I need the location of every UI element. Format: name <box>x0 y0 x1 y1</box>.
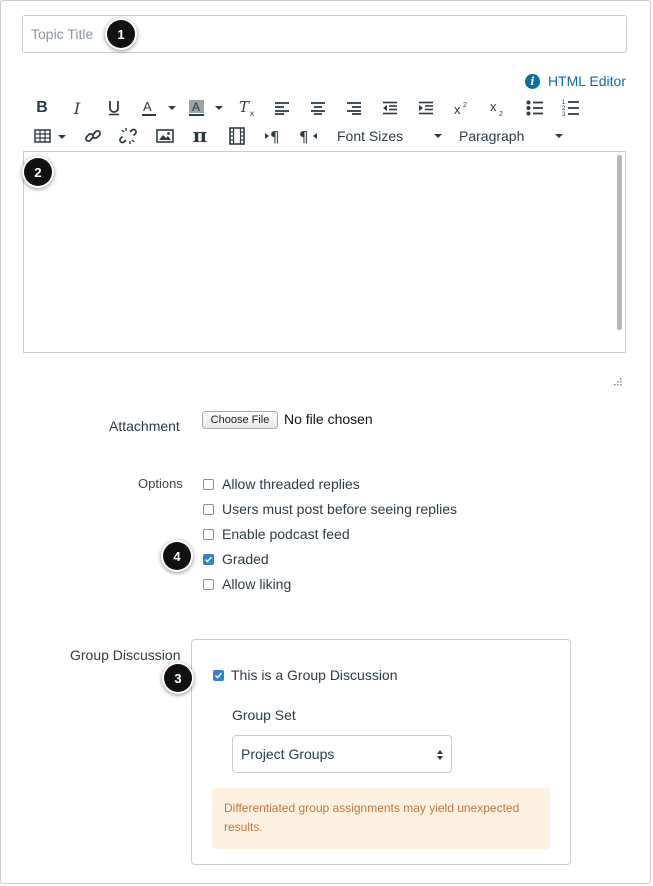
html-editor-label: HTML Editor <box>547 73 626 89</box>
paragraph-format-dropdown[interactable]: Paragraph <box>459 125 564 147</box>
svg-text:A: A <box>192 100 200 114</box>
options-label: Options <box>138 476 183 491</box>
group-discussion-checkbox-label: This is a Group Discussion <box>231 667 398 683</box>
bold-icon[interactable]: B <box>33 97 51 119</box>
group-discussion-label: Group Discussion <box>70 647 181 663</box>
group-set-value: Project Groups <box>241 746 335 762</box>
align-left-icon[interactable] <box>272 97 292 119</box>
svg-text:2: 2 <box>499 111 503 117</box>
group-discussion-checkbox[interactable] <box>213 670 224 681</box>
podcast-feed-checkbox[interactable] <box>203 529 214 540</box>
svg-text:3: 3 <box>562 112 566 117</box>
unlink-icon[interactable] <box>118 125 138 147</box>
choose-file-button[interactable]: Choose File <box>202 411 278 429</box>
numbered-list-icon[interactable]: 123 <box>561 97 581 119</box>
step-marker-4: 4 <box>163 542 191 570</box>
font-sizes-dropdown[interactable]: Font Sizes <box>337 125 443 147</box>
editor-scrollbar[interactable] <box>617 155 622 330</box>
svg-text:T: T <box>239 99 250 116</box>
group-warning-text: Differentiated group assignments may yie… <box>224 801 520 834</box>
svg-text:¶: ¶ <box>270 128 280 144</box>
step-marker-3: 3 <box>164 664 192 692</box>
allow-threaded-replies-label: Allow threaded replies <box>222 476 360 492</box>
caret-down-icon <box>434 134 442 138</box>
post-before-seeing-checkbox[interactable] <box>203 504 214 515</box>
svg-text:2: 2 <box>463 102 467 109</box>
paragraph-label: Paragraph <box>459 128 525 144</box>
group-set-select[interactable]: Project Groups <box>232 735 452 773</box>
table-icon[interactable] <box>34 125 68 147</box>
group-set-label: Group Set <box>232 707 296 723</box>
superscript-icon[interactable]: x2 <box>452 97 472 119</box>
outdent-icon[interactable] <box>380 97 400 119</box>
graded-checkbox[interactable] <box>203 554 214 565</box>
step-marker-1: 1 <box>107 20 135 48</box>
underline-icon[interactable] <box>104 97 124 119</box>
step-marker-2: 2 <box>24 158 52 186</box>
font-sizes-label: Font Sizes <box>337 128 404 144</box>
math-equation-icon[interactable]: π <box>190 123 210 147</box>
align-center-icon[interactable] <box>308 97 328 119</box>
info-icon: i <box>524 73 540 89</box>
bullet-list-icon[interactable] <box>525 97 545 119</box>
indent-icon[interactable] <box>416 97 436 119</box>
allow-liking-label: Allow liking <box>222 576 292 592</box>
allow-liking-checkbox[interactable] <box>203 579 214 590</box>
image-icon[interactable] <box>155 125 175 147</box>
resize-handle-icon[interactable] <box>612 376 622 386</box>
rtl-paragraph-icon[interactable]: ¶ <box>298 125 320 147</box>
file-status: No file chosen <box>284 411 373 427</box>
link-icon[interactable] <box>83 125 103 147</box>
svg-text:x: x <box>250 109 254 117</box>
checkmark-icon <box>204 556 213 563</box>
podcast-feed-label: Enable podcast feed <box>222 526 350 542</box>
html-editor-link[interactable]: i HTML Editor <box>524 73 626 89</box>
checkmark-icon <box>214 672 223 679</box>
rich-text-editor[interactable] <box>23 151 626 353</box>
caret-down-icon <box>555 134 563 138</box>
svg-text:A: A <box>143 99 152 114</box>
svg-text:x: x <box>454 102 461 116</box>
svg-text:¶: ¶ <box>299 128 309 144</box>
svg-text:x: x <box>490 99 497 114</box>
italic-icon[interactable]: I <box>68 97 86 119</box>
media-icon[interactable] <box>227 125 247 147</box>
ltr-paragraph-icon[interactable]: ¶ <box>263 125 283 147</box>
attachment-label: Attachment <box>109 418 180 434</box>
group-warning-alert: Differentiated group assignments may yie… <box>212 788 550 849</box>
allow-threaded-replies-checkbox[interactable] <box>203 479 214 490</box>
clear-formatting-icon[interactable]: Tx <box>237 97 259 119</box>
text-color-icon[interactable]: A <box>141 97 177 119</box>
post-before-seeing-label: Users must post before seeing replies <box>222 501 457 517</box>
select-arrows-icon <box>437 750 443 760</box>
align-right-icon[interactable] <box>344 97 364 119</box>
graded-label: Graded <box>222 551 269 567</box>
background-color-icon[interactable]: A <box>188 97 224 119</box>
subscript-icon[interactable]: x2 <box>488 97 508 119</box>
